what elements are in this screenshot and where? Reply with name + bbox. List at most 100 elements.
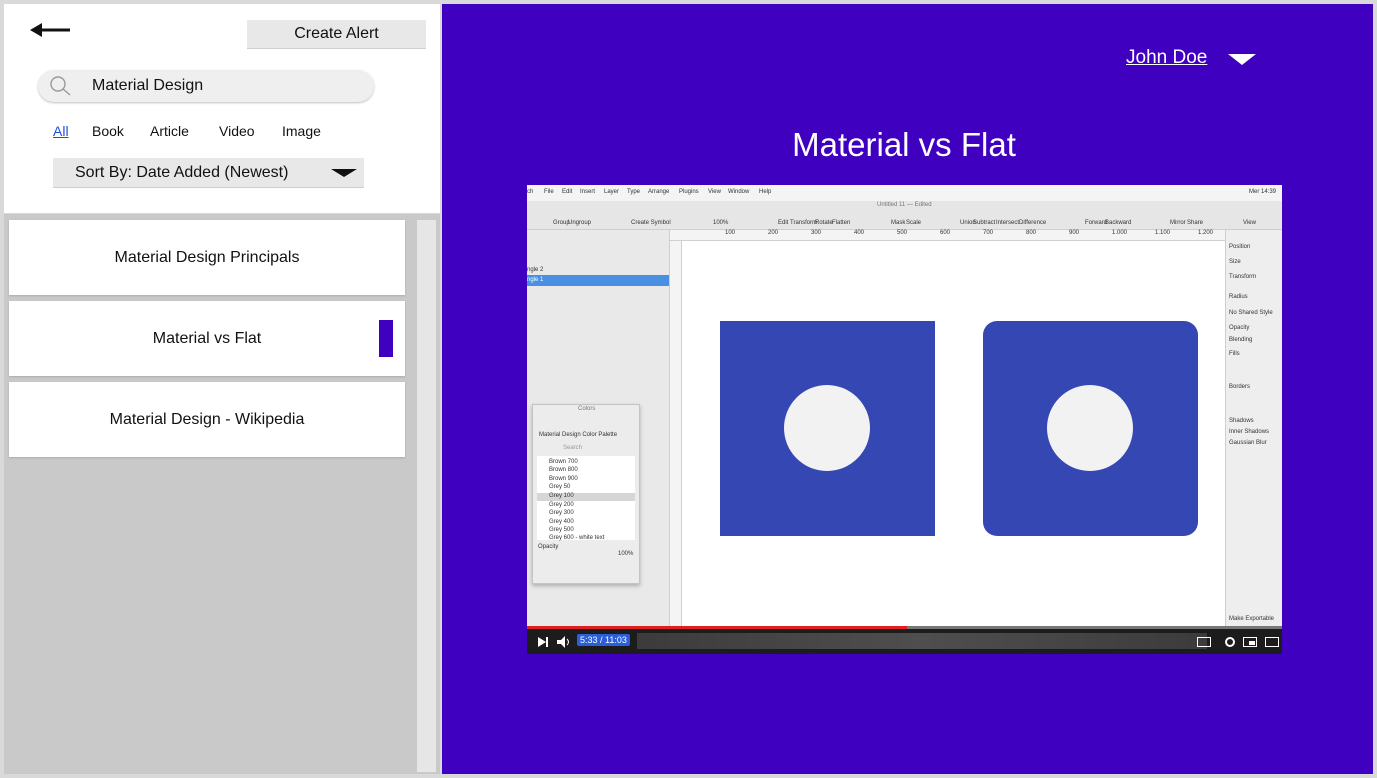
page-title: Material vs Flat [792,126,1016,163]
palette-select: Material Design Color Palette [539,432,618,438]
create-alert-button[interactable]: Create Alert [247,20,426,49]
layer-item: ngle 1 [527,277,544,283]
menu-item: Plugins [679,189,699,195]
toolbar-item: Edit [778,220,789,226]
menu-item: View [708,189,721,195]
result-title: Material vs Flat [152,329,262,347]
ruler-label: 700 [983,230,994,236]
color-item: Grey 600 - white text [549,535,605,541]
video-player[interactable]: ch File Edit Insert Layer Type Arrange P… [527,185,1282,654]
inspector-label: Inner Shadows [1229,429,1270,435]
menu-item: Help [759,189,772,195]
vertical-ruler [670,241,682,629]
filter-article[interactable]: Article [150,123,189,139]
ruler-label: 800 [1026,230,1037,236]
toolbar-item: 100% [713,220,729,226]
video-time: 5:33 / 11:03 [577,634,630,646]
inspector-label: Shadows [1229,418,1254,424]
inspector-label: No Shared Style [1229,310,1273,316]
color-item: Grey 500 [549,527,574,533]
ruler-label: 200 [768,230,779,236]
inspector-label: Gaussian Blur [1229,440,1267,446]
search-icon [48,76,72,96]
next-icon[interactable] [537,635,549,647]
toolbar-item: View [1243,220,1256,226]
menu-item: Arrange [648,189,670,195]
ruler-label: 400 [854,230,865,236]
document-title: Untitled 11 — Edited [877,202,932,208]
chevron-down-icon[interactable] [1228,54,1256,65]
sort-dropdown[interactable]: Sort By: Date Added (Newest) [53,158,364,188]
ruler: 100 200 300 400 500 600 700 800 900 1.00… [670,230,1225,241]
user-menu[interactable]: John Doe [1126,47,1207,69]
inspector-label: Borders [1229,384,1251,390]
fullscreen-icon[interactable] [1265,635,1279,647]
filter-image[interactable]: Image [282,123,321,139]
menu-item: Window [728,189,750,195]
color-item: Grey 300 [549,510,574,516]
color-item: Brown 700 [549,459,578,465]
inspector-label: Radius [1229,294,1248,300]
inspector-label: Opacity [1229,325,1250,331]
ruler-label: 100 [725,230,736,236]
ruler-label: 900 [1069,230,1080,236]
menu-item: Layer [604,189,620,195]
result-title: Material Design Principals [114,248,300,266]
menu-item: Edit [562,189,573,195]
toolbar-item: Subtract [973,220,996,226]
circle-shape [784,385,870,471]
color-item: Grey 200 [549,502,574,508]
toolbar-item: Scale [906,220,922,226]
menu-item: Insert [580,189,596,195]
toolbar-item: Intersect [996,220,1020,226]
result-item[interactable]: Material Design Principals [9,220,405,295]
video-controls: 5:33 / 11:03 [527,629,1282,654]
opacity-label: Opacity [538,544,559,550]
toolbar-item: Rotate [815,220,833,226]
toolbar-item: Mirror [1170,220,1186,226]
result-item-selected[interactable]: Material vs Flat [9,301,405,376]
color-item: Grey 50 [549,484,571,490]
ruler-label: 1.000 [1112,230,1128,236]
inspector-label: Make Exportable [1229,616,1275,622]
palette-search: Search [563,445,583,451]
inspector-label: Position [1229,244,1251,250]
results-scrollbar[interactable] [417,220,436,772]
inspector-label: Size [1229,259,1241,265]
clock: Mer 14:39 [1249,189,1277,195]
toolbar-item: Ungroup [568,220,592,226]
filter-book[interactable]: Book [92,123,124,139]
panel-title: Colors [578,406,596,412]
dock [637,633,1207,649]
chevron-down-icon [331,169,357,177]
search-bar[interactable] [38,70,374,102]
filter-all[interactable]: All [53,123,69,139]
color-item: Brown 900 [549,476,578,482]
inspector-label: Blending [1229,337,1253,343]
inspector-label: Transform [1229,274,1257,280]
menu-item: File [544,189,554,195]
result-title: Material Design - Wikipedia [109,410,305,428]
captions-icon[interactable] [1197,635,1211,647]
miniplayer-icon[interactable] [1243,635,1257,647]
volume-icon[interactable] [557,635,571,648]
search-input[interactable] [92,75,362,97]
opacity-value: 100% [618,551,634,557]
inspector-panel: Position Size Transform Radius No Shared… [1225,230,1282,629]
color-item: Grey 100 [549,493,574,499]
color-item: Brown 800 [549,467,578,473]
toolbar-item: Forward [1085,220,1108,226]
circle-shape [1047,385,1133,471]
filter-video[interactable]: Video [219,123,255,139]
result-item[interactable]: Material Design - Wikipedia [9,382,405,457]
ruler-label: 500 [897,230,908,236]
settings-icon[interactable] [1223,635,1237,647]
menu-item: ch [527,189,534,195]
toolbar-item: Flatten [832,220,851,226]
toolbar-item: Share [1187,220,1204,226]
arrow-left-icon[interactable] [28,18,72,42]
toolbar-item: Difference [1019,220,1047,226]
colors-panel: Colors Material Design Color Palette Sea… [532,404,640,584]
toolbar-item: Mask [891,220,906,226]
app-menubar: ch File Edit Insert Layer Type Arrange P… [527,185,1282,201]
